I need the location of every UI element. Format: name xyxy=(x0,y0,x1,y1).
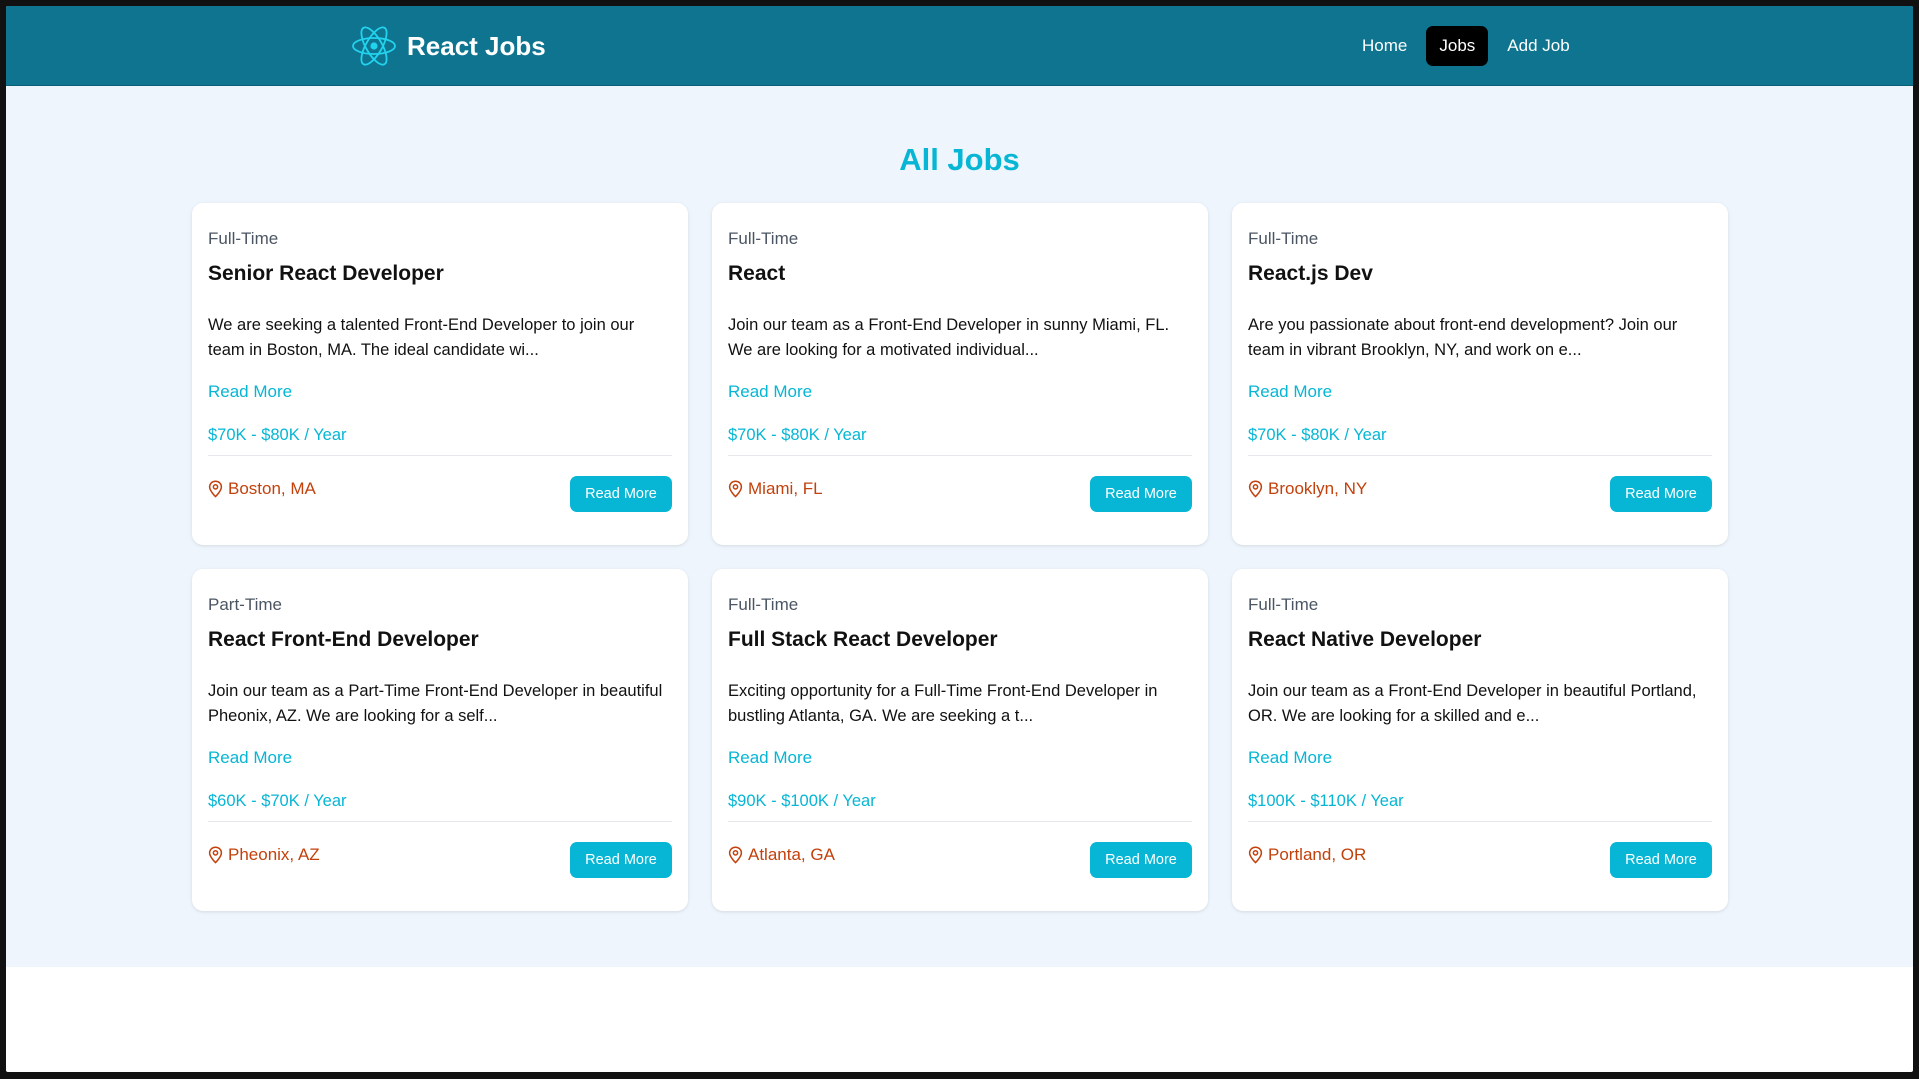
job-title: React xyxy=(728,262,786,285)
job-salary: $90K - $100K / Year xyxy=(728,792,876,810)
jobs-section: All Jobs Full-Time Senior React Develope… xyxy=(6,86,1913,967)
job-location: Portland, OR xyxy=(1248,845,1366,865)
job-location-text: Miami, FL xyxy=(748,479,823,498)
job-type: Full-Time xyxy=(208,229,279,248)
job-title: Senior React Developer xyxy=(208,262,444,285)
job-location-text: Boston, MA xyxy=(228,479,316,498)
job-type: Full-Time xyxy=(728,229,799,248)
map-pin-icon xyxy=(728,846,743,864)
job-location: Brooklyn, NY xyxy=(1248,479,1367,499)
job-card: Full-Time Senior React Developer We are … xyxy=(192,203,688,545)
card-divider xyxy=(1248,455,1712,456)
browser-viewport: React Jobs Home Jobs Add Job All Jobs Fu… xyxy=(6,6,1913,1072)
read-more-button[interactable]: Read More xyxy=(570,476,672,512)
nav-link-jobs[interactable]: Jobs xyxy=(1426,26,1489,66)
map-pin-icon xyxy=(728,480,743,498)
read-more-link[interactable]: Read More xyxy=(208,382,292,402)
read-more-button[interactable]: Read More xyxy=(1610,476,1712,512)
read-more-link[interactable]: Read More xyxy=(1248,748,1332,768)
job-type: Full-Time xyxy=(728,595,799,614)
card-divider xyxy=(208,455,672,456)
brand-link[interactable]: React Jobs xyxy=(351,24,546,68)
job-type: Full-Time xyxy=(1248,229,1319,248)
nav-link-add-job[interactable]: Add Job xyxy=(1494,26,1582,66)
job-title: React Front-End Developer xyxy=(208,628,479,651)
job-salary: $100K - $110K / Year xyxy=(1248,792,1404,810)
card-divider xyxy=(728,821,1192,822)
map-pin-icon xyxy=(1248,480,1263,498)
job-location: Pheonix, AZ xyxy=(208,845,320,865)
nav-links: Home Jobs Add Job xyxy=(1349,26,1583,66)
job-description: Exciting opportunity for a Full-Time Fro… xyxy=(728,682,1158,725)
section-title: All Jobs xyxy=(899,142,1020,177)
job-card: Full-Time React.js Dev Are you passionat… xyxy=(1232,203,1728,545)
map-pin-icon xyxy=(208,846,223,864)
job-type: Full-Time xyxy=(1248,595,1319,614)
job-description: We are seeking a talented Front-End Deve… xyxy=(208,316,635,359)
job-description: Join our team as a Part-Time Front-End D… xyxy=(208,682,663,725)
job-location-text: Brooklyn, NY xyxy=(1268,479,1368,498)
job-location: Boston, MA xyxy=(208,479,316,499)
job-location-text: Atlanta, GA xyxy=(748,845,835,864)
card-divider xyxy=(728,455,1192,456)
job-salary: $70K - $80K / Year xyxy=(728,426,867,444)
job-description: Join our team as a Front-End Developer i… xyxy=(728,316,1170,359)
card-divider xyxy=(1248,821,1712,822)
job-card: Full-Time React Join our team as a Front… xyxy=(712,203,1208,545)
card-divider xyxy=(208,821,672,822)
nav-link-home[interactable]: Home xyxy=(1349,26,1420,66)
brand-title: React Jobs xyxy=(407,30,546,61)
job-salary: $60K - $70K / Year xyxy=(208,792,347,810)
job-type: Part-Time xyxy=(208,595,282,614)
read-more-link[interactable]: Read More xyxy=(728,748,812,768)
map-pin-icon xyxy=(208,480,223,498)
read-more-button[interactable]: Read More xyxy=(1610,842,1712,878)
job-salary: $70K - $80K / Year xyxy=(208,426,347,444)
read-more-link[interactable]: Read More xyxy=(208,748,292,768)
job-card: Full-Time Full Stack React Developer Exc… xyxy=(712,569,1208,911)
job-location-text: Portland, OR xyxy=(1268,845,1367,864)
map-pin-icon xyxy=(1248,846,1263,864)
read-more-button[interactable]: Read More xyxy=(570,842,672,878)
job-description: Are you passionate about front-end devel… xyxy=(1248,316,1678,359)
react-logo-icon xyxy=(351,24,397,68)
job-salary: $70K - $80K / Year xyxy=(1248,426,1387,444)
read-more-link[interactable]: Read More xyxy=(1248,382,1332,402)
job-title: React Native Developer xyxy=(1248,628,1482,651)
job-card: Part-Time React Front-End Developer Join… xyxy=(192,569,688,911)
job-title: React.js Dev xyxy=(1248,262,1373,285)
read-more-link[interactable]: Read More xyxy=(728,382,812,402)
read-more-button[interactable]: Read More xyxy=(1090,476,1192,512)
job-title: Full Stack React Developer xyxy=(728,628,998,651)
job-location: Miami, FL xyxy=(728,479,823,499)
job-location: Atlanta, GA xyxy=(728,845,835,865)
navbar: React Jobs Home Jobs Add Job xyxy=(6,6,1913,86)
job-grid: Full-Time Senior React Developer We are … xyxy=(192,203,1728,911)
read-more-button[interactable]: Read More xyxy=(1090,842,1192,878)
job-card: Full-Time React Native Developer Join ou… xyxy=(1232,569,1728,911)
job-location-text: Pheonix, AZ xyxy=(228,845,320,864)
job-description: Join our team as a Front-End Developer i… xyxy=(1248,682,1697,725)
